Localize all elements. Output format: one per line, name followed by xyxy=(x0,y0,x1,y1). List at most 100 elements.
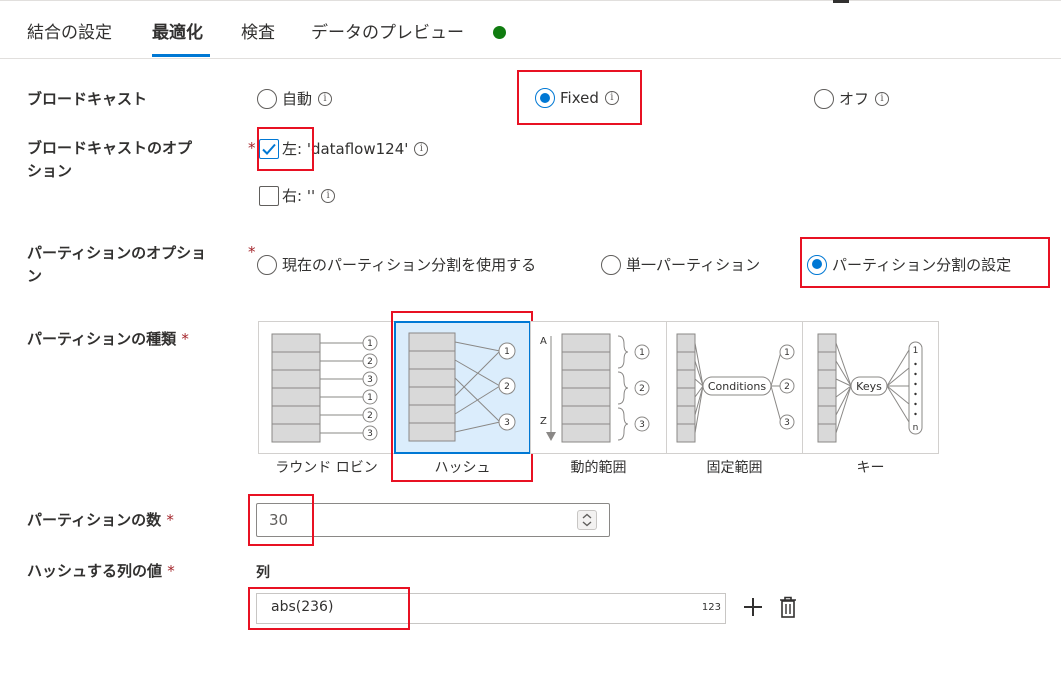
partition-option-label-line2: ン xyxy=(27,267,43,285)
partition-single-radio[interactable]: 単一パーティション xyxy=(601,254,760,275)
radio-icon[interactable] xyxy=(257,88,277,109)
info-icon[interactable]: i xyxy=(321,188,336,203)
key-diagram-icon: Keys 1 n xyxy=(817,333,923,443)
broadcast-off-radio[interactable]: オフ i xyxy=(814,88,890,109)
required-marker: * xyxy=(181,330,189,348)
broadcast-left-checkbox[interactable]: 左: 'dataflow124' i xyxy=(259,138,429,159)
tab-optimize[interactable]: 最適化 xyxy=(152,18,203,43)
tab-data-preview[interactable]: データのプレビュー xyxy=(311,18,464,43)
svg-text:3: 3 xyxy=(504,418,510,428)
partition-current-radio[interactable]: 現在のパーティション分割を使用する xyxy=(257,254,536,275)
spin-button-icon[interactable] xyxy=(577,510,597,530)
svg-text:2: 2 xyxy=(784,382,790,392)
status-dot-icon xyxy=(493,26,506,39)
hash-diagram-icon: 1 2 3 xyxy=(408,332,516,442)
partition-type-dynamic-range[interactable]: A Z 1 2 3 xyxy=(530,321,667,454)
info-icon[interactable]: i xyxy=(604,91,619,105)
number-type-badge: 123 xyxy=(701,602,721,613)
broadcast-fixed-radio[interactable]: Fixed i xyxy=(535,88,619,108)
active-tab-indicator xyxy=(152,54,210,57)
svg-text:A: A xyxy=(540,336,547,347)
partition-type-label-text: パーティションの種類 xyxy=(27,330,177,348)
svg-text:1: 1 xyxy=(367,339,373,349)
partition-set-radio[interactable]: パーティション分割の設定 xyxy=(807,254,1011,275)
svg-text:1: 1 xyxy=(639,348,645,358)
broadcast-label: ブロードキャスト xyxy=(27,90,148,108)
column-header: 列 xyxy=(256,565,270,581)
tab-inspect[interactable]: 検査 xyxy=(241,18,275,43)
partition-count-label: パーティションの数 * xyxy=(27,509,174,532)
svg-text:2: 2 xyxy=(639,384,645,394)
radio-icon[interactable] xyxy=(814,88,834,109)
partition-type-key[interactable]: Keys 1 n xyxy=(802,321,939,454)
svg-text:3: 3 xyxy=(367,375,373,385)
hash-column-value[interactable]: abs(236) xyxy=(271,599,333,615)
svg-text:Keys: Keys xyxy=(856,380,882,393)
radio-icon[interactable] xyxy=(257,254,277,275)
partition-type-label: パーティションの種類 * xyxy=(27,328,189,351)
fixed-range-diagram-icon: Conditions 1 2 3 xyxy=(676,333,795,443)
tab-join-settings[interactable]: 結合の設定 xyxy=(27,18,112,43)
required-marker: * xyxy=(248,243,256,261)
required-marker: * xyxy=(166,511,174,529)
svg-text:3: 3 xyxy=(639,420,645,430)
partition-type-round-robin[interactable]: 1 2 3 1 2 3 xyxy=(258,321,395,454)
round-robin-diagram-icon: 1 2 3 1 2 3 xyxy=(271,333,378,443)
key-label: キー xyxy=(856,460,885,476)
hash-columns-label: ハッシュする列の値 * xyxy=(27,560,175,583)
dynamic-range-diagram-icon: A Z 1 2 3 xyxy=(540,333,650,443)
partition-count-value[interactable]: 30 xyxy=(269,511,288,529)
hash-label: ハッシュ xyxy=(434,460,491,476)
broadcast-options-label-line1: ブロードキャストのオプ xyxy=(27,139,193,157)
radio-icon[interactable] xyxy=(601,254,621,275)
svg-text:2: 2 xyxy=(504,382,510,392)
fixed-range-label: 固定範囲 xyxy=(706,460,763,476)
svg-text:1: 1 xyxy=(913,346,919,356)
info-icon[interactable]: i xyxy=(414,141,429,156)
checkbox-checked[interactable] xyxy=(259,138,279,159)
required-marker: * xyxy=(248,139,256,157)
dynamic-range-label: 動的範囲 xyxy=(570,460,627,476)
round-robin-label: ラウンド ロビン xyxy=(275,460,378,476)
info-icon[interactable]: i xyxy=(318,91,333,106)
checkmark-icon xyxy=(262,143,276,155)
partition-single-label: 単一パーティション xyxy=(626,256,761,274)
broadcast-right-checkbox[interactable]: 右: '' i xyxy=(259,185,336,206)
svg-text:n: n xyxy=(913,423,919,433)
broadcast-options-label-line2: ション xyxy=(27,162,73,180)
partition-type-fixed-range[interactable]: Conditions 1 2 3 xyxy=(666,321,803,454)
partition-set-label: パーティション分割の設定 xyxy=(832,256,1012,274)
partition-option-label-line1: パーティションのオプショ xyxy=(27,244,207,262)
info-icon[interactable]: i xyxy=(875,91,890,106)
radio-selected-icon[interactable] xyxy=(535,88,555,108)
svg-text:3: 3 xyxy=(784,418,790,428)
partition-option-label: パーティションのオプショ ン xyxy=(27,242,206,288)
broadcast-auto-radio[interactable]: 自動 i xyxy=(257,88,333,109)
required-marker: * xyxy=(167,562,175,580)
svg-text:2: 2 xyxy=(367,357,373,367)
svg-text:1: 1 xyxy=(504,347,510,357)
svg-text:3: 3 xyxy=(367,429,373,439)
partition-count-label-text: パーティションの数 xyxy=(27,511,162,529)
partition-count-input[interactable]: 30 xyxy=(256,503,610,537)
broadcast-right-label: 右: '' xyxy=(282,187,316,205)
svg-text:1: 1 xyxy=(784,348,790,358)
tab-bar: 結合の設定 最適化 検査 データのプレビュー xyxy=(0,0,1061,58)
svg-text:1: 1 xyxy=(367,393,373,403)
hash-columns-label-text: ハッシュする列の値 xyxy=(27,562,163,580)
partition-current-label: 現在のパーティション分割を使用する xyxy=(282,256,537,274)
tabs-divider xyxy=(0,58,1061,59)
svg-text:Z: Z xyxy=(540,416,547,427)
hash-column-input[interactable]: abs(236) 123 xyxy=(256,593,726,624)
broadcast-auto-label: 自動 xyxy=(282,90,313,108)
partition-type-hash[interactable]: 1 2 3 xyxy=(394,321,531,454)
broadcast-options-label: ブロードキャストのオプ ション xyxy=(27,137,192,183)
broadcast-off-label: オフ xyxy=(839,90,870,108)
broadcast-left-label: 左: 'dataflow124' xyxy=(282,140,409,158)
add-icon[interactable] xyxy=(742,596,764,622)
svg-text:Conditions: Conditions xyxy=(708,380,766,393)
radio-selected-icon[interactable] xyxy=(807,254,827,275)
checkbox-unchecked[interactable] xyxy=(259,185,279,206)
broadcast-fixed-label: Fixed xyxy=(560,89,599,107)
delete-icon[interactable] xyxy=(778,595,798,623)
